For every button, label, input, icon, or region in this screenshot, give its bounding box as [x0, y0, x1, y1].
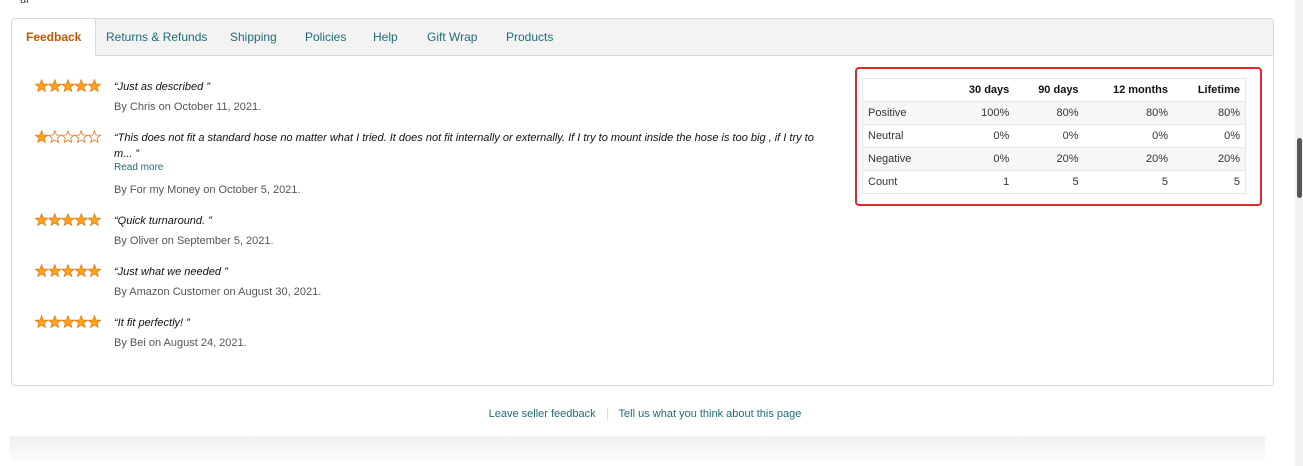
star-filled-icon: [87, 315, 101, 329]
stats-row-negative: Negative 0% 20% 20% 20%: [862, 147, 1246, 171]
stats-cell: 80%: [1172, 101, 1246, 125]
review-byline: By Amazon Customer on August 30, 2021.: [114, 286, 322, 298]
stats-cell: 1: [945, 170, 1015, 194]
star-filled-icon: [35, 130, 49, 144]
stats-header-lifetime: Lifetime: [1172, 78, 1246, 102]
stats-row-label: Neutral: [862, 124, 945, 148]
star-empty-icon: [47, 130, 62, 144]
stats-row-label: Count: [862, 170, 945, 194]
review-item: “It fit perfectly! ” By Bei on August 24…: [35, 315, 825, 355]
review-quote: “Just what we needed ”: [114, 266, 228, 278]
footer-divider: [10, 436, 1265, 466]
star-filled-icon: [35, 315, 49, 329]
review-item: “Just as described ” By Chris on October…: [35, 79, 825, 119]
stats-cell: 5: [1083, 170, 1173, 194]
review-quote: “Quick turnaround. ”: [114, 215, 212, 227]
star-filled-icon: [87, 264, 101, 278]
tab-shipping[interactable]: Shipping: [230, 19, 277, 55]
stats-row-label: Positive: [862, 101, 945, 125]
stats-row-positive: Positive 100% 80% 80% 80%: [862, 101, 1246, 125]
star-filled-icon: [35, 264, 49, 278]
star-filled-icon: [35, 213, 49, 227]
star-filled-icon: [74, 264, 89, 278]
star-filled-icon: [47, 79, 62, 93]
stats-cell: 80%: [1014, 101, 1084, 125]
review-byline: By For my Money on October 5, 2021.: [114, 184, 301, 196]
stats-cell: 100%: [945, 101, 1015, 125]
review-item: “Just what we needed ” By Amazon Custome…: [35, 264, 825, 304]
review-item: “This does not fit a standard hose no ma…: [35, 130, 825, 200]
stats-cell: 0%: [945, 124, 1015, 148]
stats-cell: 5: [1014, 170, 1084, 194]
stats-cell: 0%: [1172, 124, 1246, 148]
star-filled-icon: [60, 213, 76, 227]
tab-products[interactable]: Products: [506, 19, 553, 55]
stats-cell: 0%: [1014, 124, 1084, 148]
divider: [606, 408, 608, 421]
star-rating-icon: [35, 130, 101, 144]
leave-seller-feedback-link[interactable]: Leave seller feedback: [489, 408, 596, 420]
review-item: “Quick turnaround. ” By Oliver on Septem…: [35, 213, 825, 253]
stats-cell: 0%: [1083, 124, 1173, 148]
star-filled-icon: [60, 79, 76, 93]
star-rating-icon: [35, 315, 101, 329]
stats-cell: 20%: [1083, 147, 1173, 171]
star-filled-icon: [87, 79, 101, 93]
star-empty-icon: [60, 130, 76, 144]
tab-bar: Feedback Returns & Refunds Shipping Poli…: [12, 19, 1273, 56]
stats-header-90-days: 90 days: [1014, 78, 1084, 102]
review-byline: By Oliver on September 5, 2021.: [114, 235, 274, 247]
star-filled-icon: [87, 213, 101, 227]
stats-cell: 5: [1172, 170, 1246, 194]
stats-row-count: Count 1 5 5 5: [862, 170, 1246, 194]
stats-cell: 0%: [945, 147, 1015, 171]
stats-row-label: Negative: [862, 147, 945, 171]
star-filled-icon: [35, 79, 49, 93]
read-more-link[interactable]: Read more: [114, 162, 163, 173]
tell-us-link[interactable]: Tell us what you think about this page: [619, 408, 802, 420]
star-empty-icon: [74, 130, 89, 144]
star-filled-icon: [60, 315, 76, 329]
review-quote: “Just as described ”: [114, 81, 210, 93]
tab-returns-refunds[interactable]: Returns & Refunds: [106, 19, 207, 55]
review-quote: “It fit perfectly! ”: [114, 317, 190, 329]
vertical-scrollbar[interactable]: [1295, 0, 1303, 466]
stats-header-12-months: 12 months: [1083, 78, 1173, 102]
star-filled-icon: [47, 315, 62, 329]
star-filled-icon: [60, 264, 76, 278]
tab-policies[interactable]: Policies: [305, 19, 346, 55]
review-byline: By Bei on August 24, 2021.: [114, 337, 247, 349]
stats-row-neutral: Neutral 0% 0% 0% 0%: [862, 124, 1246, 148]
star-empty-icon: [87, 130, 101, 144]
breadcrumb-fragment: ur: [20, 0, 30, 6]
tab-gift-wrap[interactable]: Gift Wrap: [427, 19, 477, 55]
tab-feedback[interactable]: Feedback: [12, 19, 97, 56]
tab-help[interactable]: Help: [373, 19, 398, 55]
footer-links: Leave seller feedback Tell us what you t…: [0, 408, 1290, 421]
stats-cell: 80%: [1083, 101, 1173, 125]
stats-header-30-days: 30 days: [945, 78, 1015, 102]
star-filled-icon: [74, 79, 89, 93]
feedback-stats-table: 30 days 90 days 12 months Lifetime Posit…: [862, 78, 1246, 194]
star-filled-icon: [74, 213, 89, 227]
review-quote: “This does not fit a standard hose no ma…: [114, 132, 814, 160]
stats-cell: 20%: [1172, 147, 1246, 171]
star-filled-icon: [47, 264, 62, 278]
stats-header-row: 30 days 90 days 12 months Lifetime: [862, 78, 1246, 102]
star-filled-icon: [47, 213, 62, 227]
review-byline: By Chris on October 11, 2021.: [114, 101, 262, 113]
star-filled-icon: [74, 315, 89, 329]
stats-cell: 20%: [1014, 147, 1084, 171]
star-rating-icon: [35, 264, 101, 278]
star-rating-icon: [35, 213, 101, 227]
stats-header-blank: [862, 78, 945, 102]
scrollbar-thumb[interactable]: [1297, 138, 1302, 198]
star-rating-icon: [35, 79, 101, 93]
